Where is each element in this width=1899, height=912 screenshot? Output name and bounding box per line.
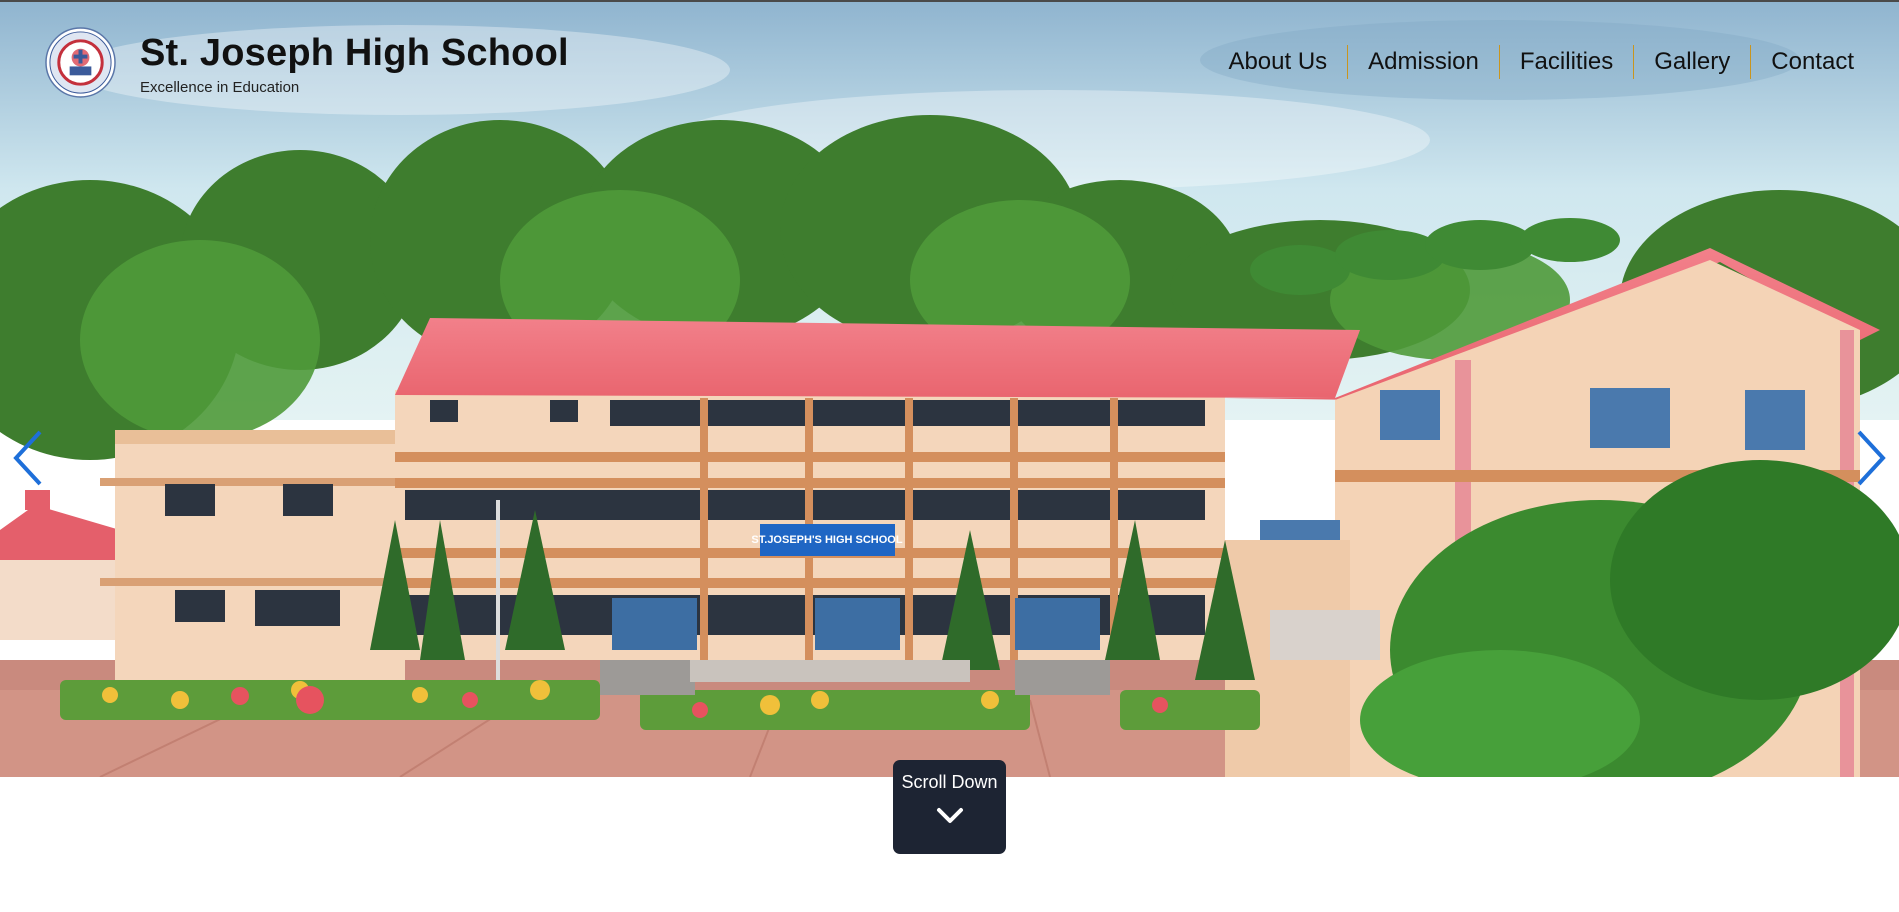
nav-contact[interactable]: Contact: [1751, 44, 1874, 80]
main-nav: About Us Admission Facilities Gallery Co…: [1208, 44, 1874, 80]
chevron-left-icon[interactable]: [8, 428, 48, 488]
nav-facilities[interactable]: Facilities: [1500, 44, 1633, 80]
building-sign-text: ST.JOSEPH'S HIGH SCHOOL: [751, 534, 902, 546]
nav-about-us[interactable]: About Us: [1208, 44, 1347, 80]
brand[interactable]: St. Joseph High School Excellence in Edu…: [45, 27, 569, 98]
hero-banner: ST.JOSEPH'S HIGH SCHOOL: [0, 0, 1899, 777]
scroll-down-button[interactable]: Scroll Down: [893, 760, 1006, 854]
brand-text: St. Joseph High School Excellence in Edu…: [140, 27, 569, 96]
school-tagline: Excellence in Education: [140, 79, 300, 96]
chevron-down-icon: [936, 808, 963, 823]
school-name: St. Joseph High School: [140, 32, 569, 74]
scroll-down-label: Scroll Down: [901, 772, 998, 792]
nav-gallery[interactable]: Gallery: [1634, 44, 1750, 80]
top-border: [0, 0, 1899, 2]
hero-photo: ST.JOSEPH'S HIGH SCHOOL: [0, 0, 1899, 777]
chevron-right-icon[interactable]: [1851, 428, 1891, 488]
school-crest-logo: [45, 27, 116, 98]
nav-admission[interactable]: Admission: [1348, 44, 1499, 80]
